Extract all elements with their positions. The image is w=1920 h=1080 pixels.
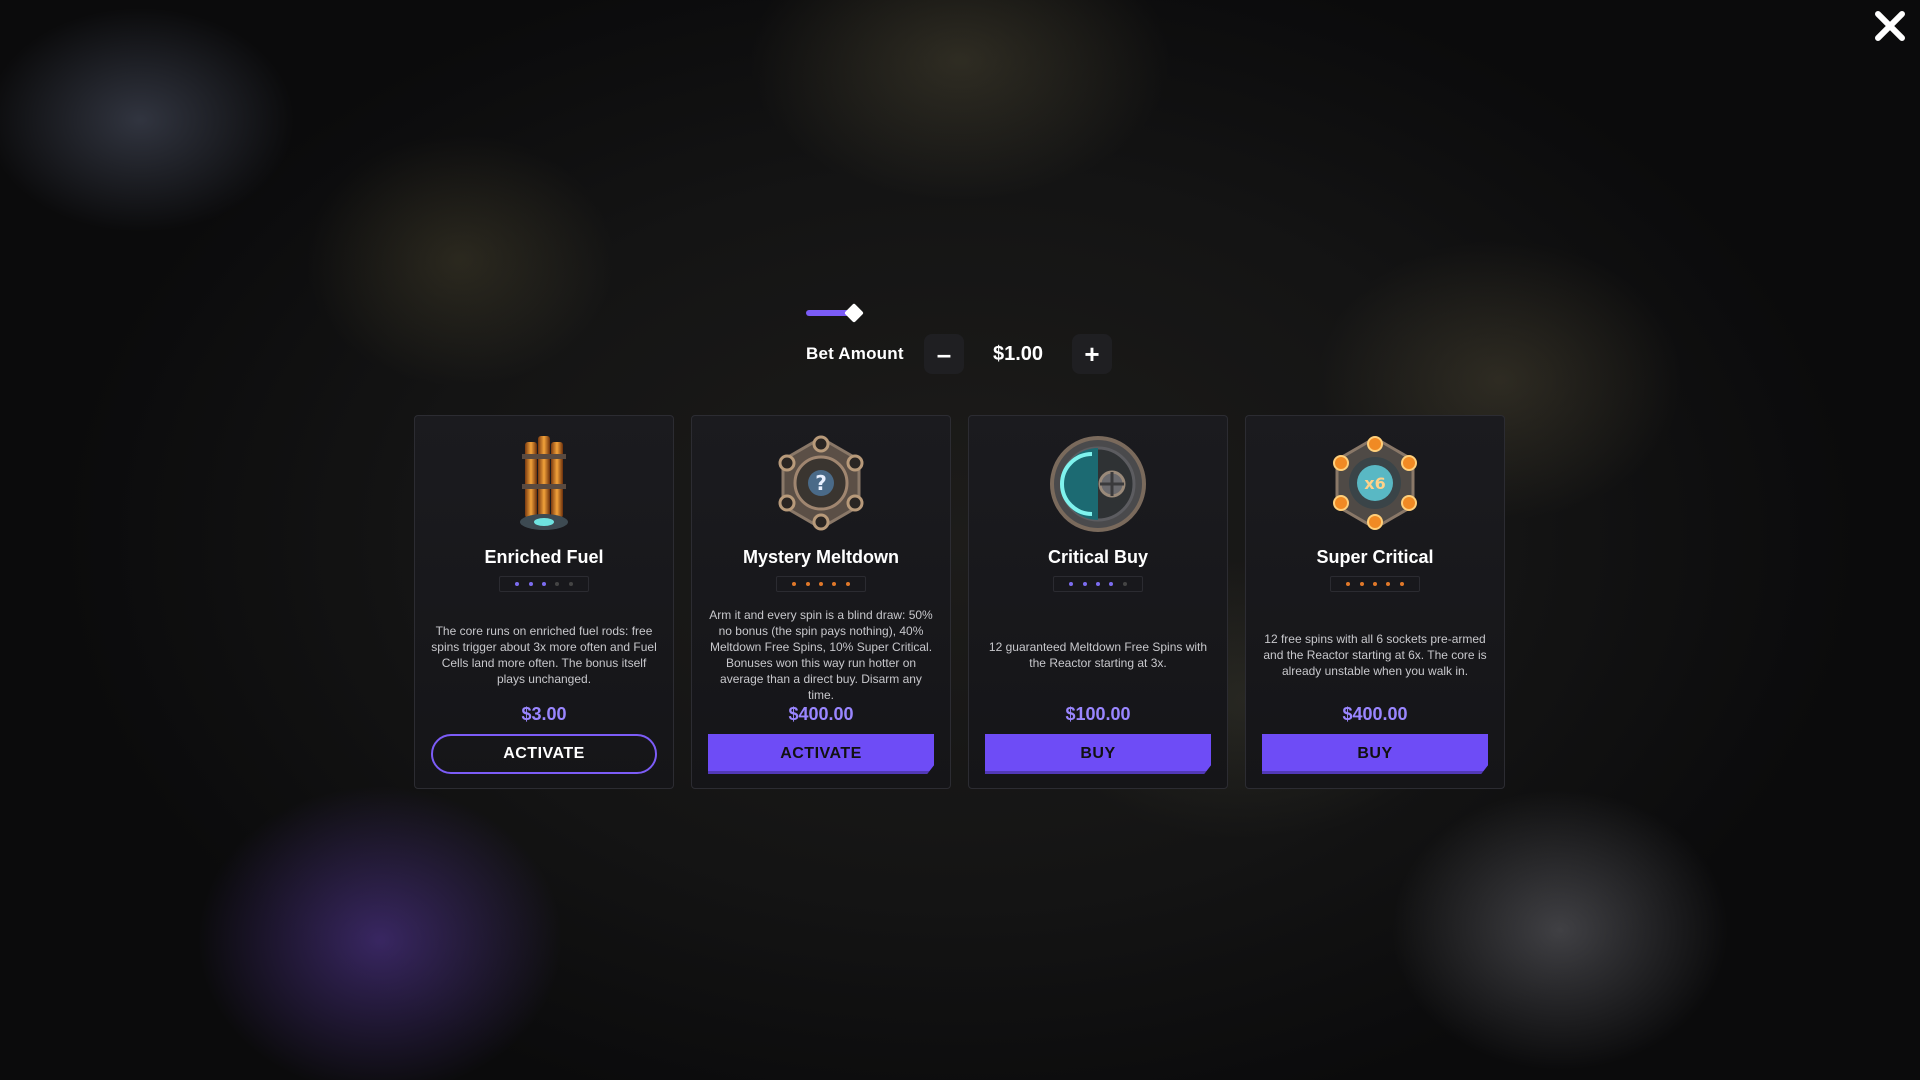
volatility-dot — [1109, 582, 1114, 586]
buy-button[interactable]: BUY — [985, 734, 1211, 774]
volatility-indicator — [499, 576, 589, 592]
card-price: $100.00 — [1065, 704, 1131, 724]
activate-button[interactable]: ACTIVATE — [708, 734, 934, 774]
card-price: $400.00 — [788, 704, 854, 724]
volatility-dot — [792, 582, 797, 586]
volatility-dot — [845, 582, 850, 586]
card-description: Arm it and every spin is a blind draw: 5… — [709, 608, 933, 702]
bet-amount-value: $1.00 — [992, 342, 1044, 365]
fuel-rod-icon — [520, 436, 568, 530]
card-description: 12 free spins with all 6 sockets pre-arm… — [1263, 632, 1487, 678]
card-super-critical: x6 Super Critical 12 free spins with all… — [1245, 415, 1505, 789]
volatility-indicator — [776, 576, 866, 592]
mystery-core-icon: ? — [778, 435, 864, 531]
toggle-knob[interactable] — [844, 303, 864, 323]
volatility-dot — [1122, 582, 1127, 586]
volatility-dot — [832, 582, 837, 586]
card-title: Enriched Fuel — [484, 547, 604, 567]
volatility-dot — [1082, 582, 1087, 586]
mystery-badge: ? — [815, 471, 827, 495]
volatility-dot — [1095, 582, 1100, 586]
volatility-dot — [541, 582, 546, 586]
volatility-dot — [1346, 582, 1351, 586]
volatility-dot — [1372, 582, 1377, 586]
buy-button[interactable]: BUY — [1262, 734, 1488, 774]
volatility-dot — [568, 582, 573, 586]
bet-amount-control: Bet Amount – $1.00 + — [806, 333, 1112, 375]
card-title: Mystery Meltdown — [742, 547, 900, 567]
feature-buy-overlay: Bet Amount – $1.00 + Enriched Fuel The c… — [0, 0, 1920, 1080]
reactor-core-icon — [1050, 436, 1146, 532]
card-price: $400.00 — [1342, 704, 1408, 724]
volatility-dot — [555, 582, 560, 586]
x6-core-icon: x6 — [1333, 436, 1417, 530]
close-icon — [1875, 11, 1905, 41]
card-critical-buy: Critical Buy 12 guaranteed Meltdown Free… — [968, 415, 1228, 789]
volatility-dot — [1386, 582, 1391, 586]
card-mystery-meltdown: ? Mystery Meltdown Arm it and every spin… — [691, 415, 951, 789]
card-title: Critical Buy — [1047, 547, 1149, 567]
bet-amount-label: Bet Amount — [806, 344, 904, 363]
volatility-dot — [1359, 582, 1364, 586]
volatility-dot — [818, 582, 823, 586]
volatility-indicator — [1330, 576, 1420, 592]
bet-decrease-button[interactable]: – — [924, 334, 964, 374]
volatility-dot — [1069, 582, 1074, 586]
activate-button[interactable]: ACTIVATE — [431, 734, 657, 774]
feature-cards: Enriched Fuel The core runs on enriched … — [414, 415, 1505, 789]
bet-increase-button[interactable]: + — [1072, 334, 1112, 374]
volatility-indicator — [1053, 576, 1143, 592]
card-price: $3.00 — [521, 704, 567, 724]
card-description: 12 guaranteed Meltdown Free Spins with t… — [988, 640, 1208, 670]
card-enriched-fuel: Enriched Fuel The core runs on enriched … — [414, 415, 674, 789]
mode-toggle[interactable] — [806, 302, 868, 324]
multiplier-badge: x6 — [1364, 474, 1385, 493]
volatility-dot — [528, 582, 533, 586]
volatility-dot — [515, 582, 520, 586]
volatility-dot — [805, 582, 810, 586]
card-title: Super Critical — [1316, 547, 1434, 567]
card-description: The core runs on enriched fuel rods: fre… — [431, 624, 657, 686]
close-button[interactable] — [1874, 10, 1906, 42]
volatility-dot — [1399, 582, 1404, 586]
